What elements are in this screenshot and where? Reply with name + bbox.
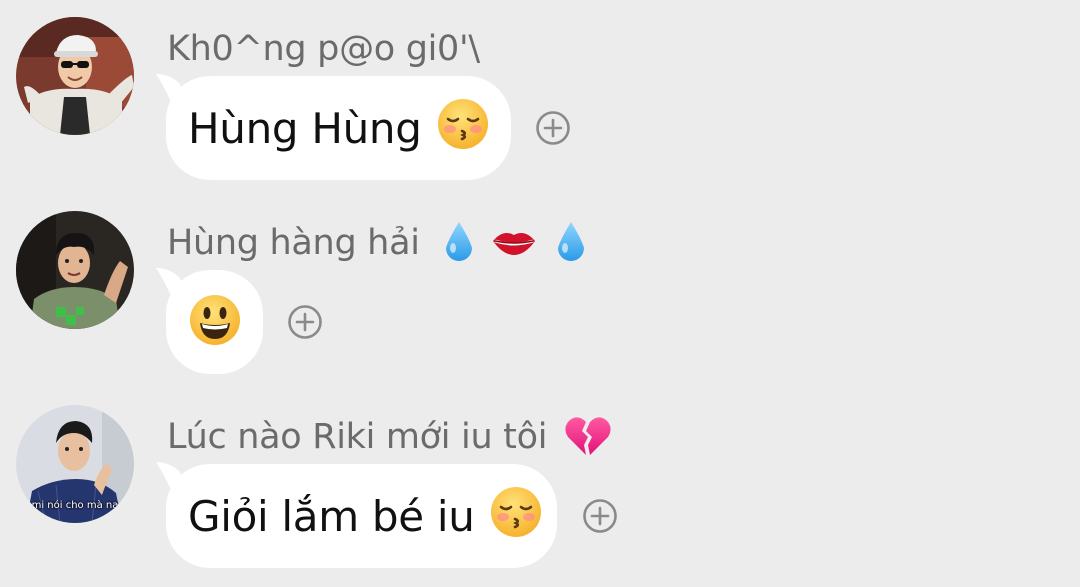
add-reaction-plus-icon bbox=[536, 111, 570, 145]
avatar[interactable] bbox=[16, 211, 134, 329]
message-bubble[interactable]: Giỏi lắm bé iu bbox=[166, 464, 557, 568]
lips-icon bbox=[491, 225, 537, 259]
kissing-face-closed-eyes-icon bbox=[436, 97, 490, 151]
add-reaction-button[interactable] bbox=[582, 498, 618, 534]
droplet-icon bbox=[440, 220, 478, 264]
sender-name-text: Kh0^ng p@o gi0'\ bbox=[167, 29, 480, 69]
kissing-face-closed-eyes-icon bbox=[489, 485, 543, 539]
sender-name-text: Hùng hàng hải bbox=[167, 223, 420, 263]
add-reaction-button[interactable] bbox=[287, 304, 323, 340]
message-text: Hùng Hùng bbox=[188, 103, 422, 153]
broken-heart-icon bbox=[564, 415, 612, 457]
avatar-caption: mi nói cho mà nạ bbox=[31, 500, 119, 511]
grinning-face-icon bbox=[188, 293, 242, 347]
add-reaction-plus-icon bbox=[583, 499, 617, 533]
message-bubble[interactable] bbox=[166, 270, 263, 374]
message-item: Kh0^ng p@o gi0'\ Hùng Hùng bbox=[0, 0, 1080, 190]
message-bubble[interactable]: Hùng Hùng bbox=[166, 76, 511, 180]
avatar[interactable] bbox=[16, 17, 134, 135]
message-item: mi nói cho mà nạ Lúc nào Riki mới iu tôi… bbox=[0, 388, 1080, 578]
sender-name: Lúc nào Riki mới iu tôi bbox=[167, 416, 612, 459]
droplet-icon bbox=[552, 220, 590, 264]
avatar[interactable]: mi nói cho mà nạ bbox=[16, 405, 134, 523]
message-item: Hùng hàng hải bbox=[0, 194, 1080, 384]
sender-name: Kh0^ng p@o gi0'\ bbox=[167, 28, 480, 70]
sender-name-text: Lúc nào Riki mới iu tôi bbox=[167, 417, 548, 457]
add-reaction-plus-icon bbox=[288, 305, 322, 339]
add-reaction-button[interactable] bbox=[535, 110, 571, 146]
message-text: Giỏi lắm bé iu bbox=[188, 491, 475, 541]
sender-name: Hùng hàng hải bbox=[167, 222, 590, 266]
